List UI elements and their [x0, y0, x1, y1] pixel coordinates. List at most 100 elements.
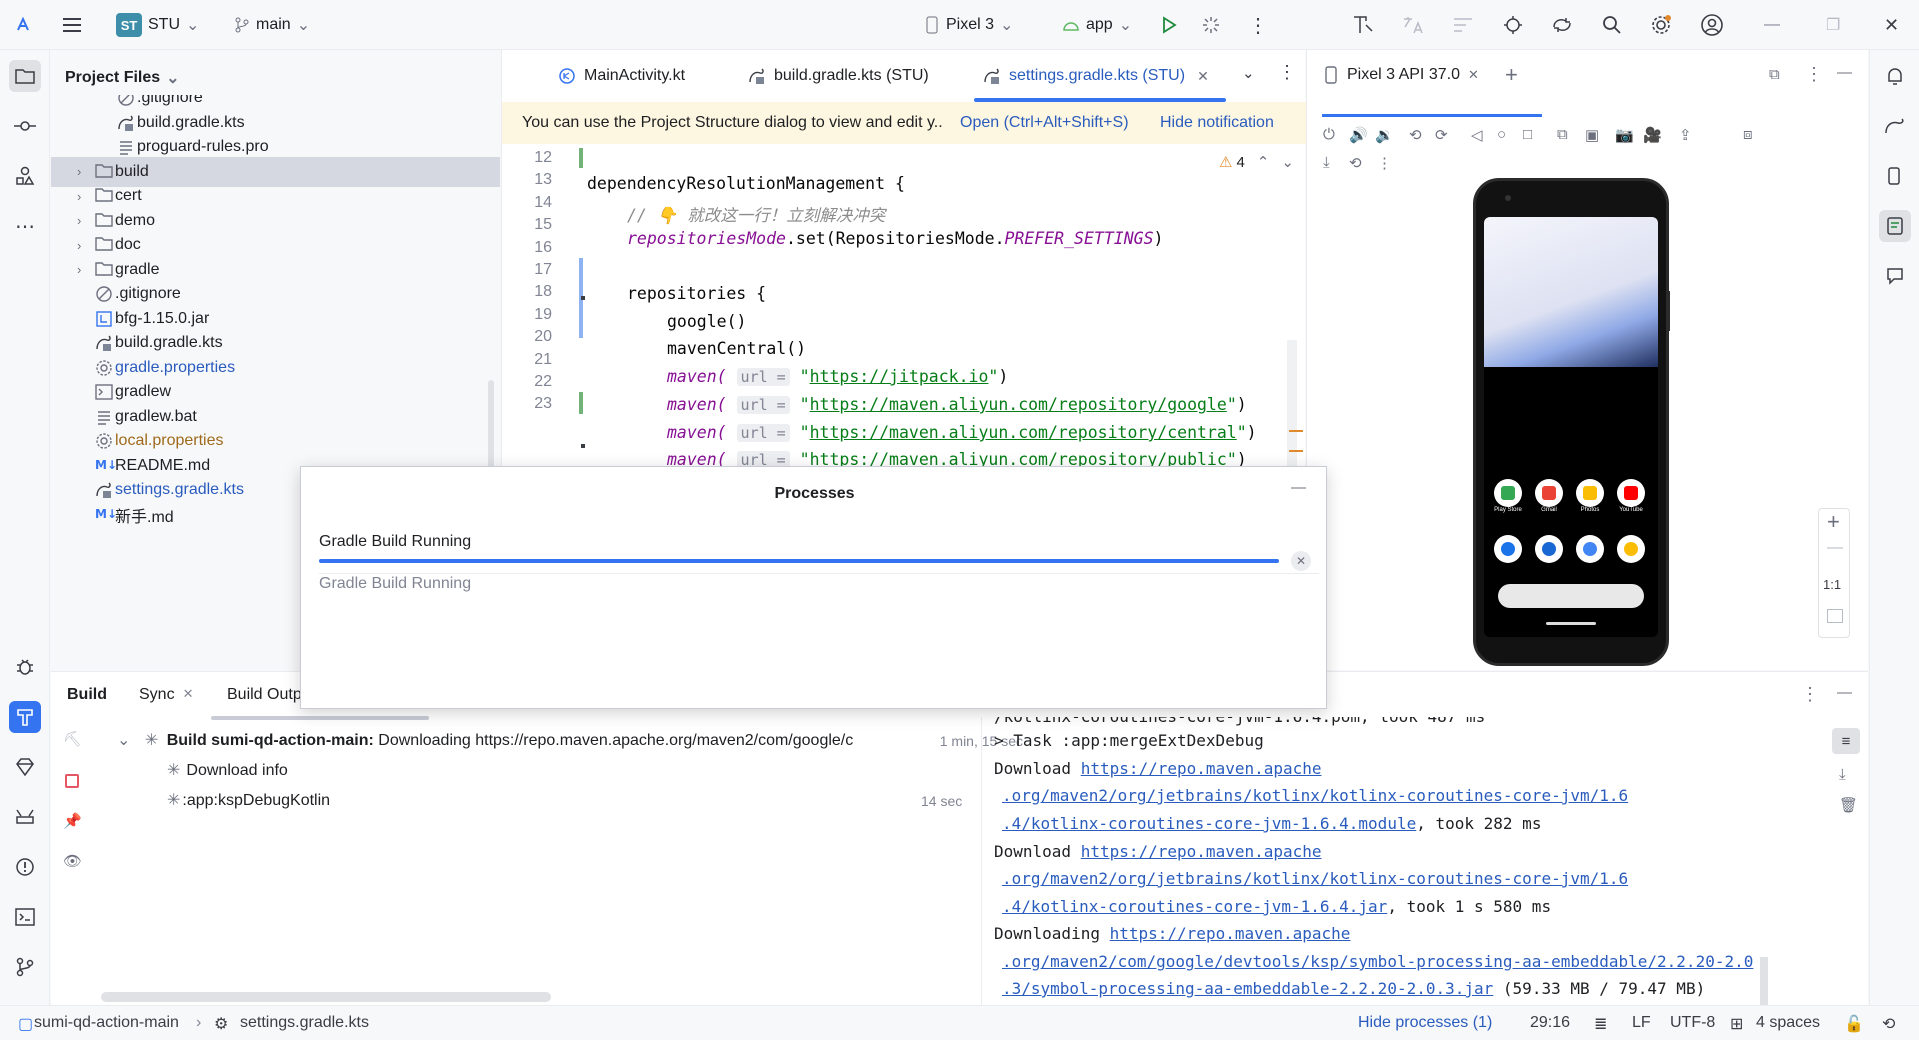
fold-icon[interactable]: ⧉	[1557, 126, 1568, 143]
download-icon[interactable]: ⤓	[1323, 154, 1330, 171]
url-link[interactable]: https://maven.aliyun.com/repository/goog…	[810, 395, 1227, 414]
version-control-icon[interactable]	[9, 951, 41, 983]
console-link[interactable]: .4/kotlinx-coroutines-core-jvm-1.6.4.jar	[1002, 897, 1387, 916]
apply-changes-icon[interactable]	[1202, 10, 1220, 40]
run-config-selector[interactable]: app ⌄	[1062, 10, 1132, 40]
code-line-20[interactable]: maven( url = "https://jitpack.io")	[667, 367, 1008, 386]
panel-more-icon[interactable]: ⋮	[1805, 64, 1823, 85]
build-hammer-icon[interactable]: ⛏	[63, 730, 82, 748]
prev-highlight-icon[interactable]: ⌃	[1257, 153, 1270, 171]
export-icon[interactable]: ⇪	[1679, 126, 1692, 144]
build-tree-scrollbar[interactable]	[101, 992, 551, 1002]
soft-wrap-status-icon[interactable]: ≣	[1594, 1014, 1607, 1034]
zoom-in-icon[interactable]: +	[1827, 509, 1840, 535]
notifications-icon[interactable]	[1879, 60, 1911, 92]
soft-wrap-icon[interactable]: ≡	[1832, 728, 1860, 754]
more-icon[interactable]: ⋮	[1377, 154, 1392, 172]
power-icon[interactable]: ⏻	[1323, 126, 1335, 143]
messages-app-icon[interactable]	[1535, 535, 1563, 563]
chevron-right-icon[interactable]: ›	[77, 164, 81, 179]
tab-settings-gradle[interactable]: settings.gradle.kts (STU) ✕	[983, 50, 1209, 102]
minimize-popup-icon[interactable]: —	[1291, 479, 1306, 496]
hide-processes-link[interactable]: Hide processes (1)	[1358, 1014, 1492, 1032]
overview-icon[interactable]: □	[1523, 126, 1532, 143]
indent-setting[interactable]: 4 spaces	[1756, 1014, 1820, 1032]
search-widget[interactable]	[1498, 584, 1644, 608]
build-tool-icon[interactable]	[9, 701, 41, 733]
chevron-right-icon[interactable]: ›	[77, 238, 81, 253]
code-line-18[interactable]: google()	[667, 312, 746, 331]
console-link[interactable]: .4/kotlinx-coroutines-core-jvm-1.6.4.mod…	[1002, 814, 1416, 833]
code-line-14[interactable]: // 👇 就改这一行！立刻解决冲突	[627, 202, 885, 226]
add-device-icon[interactable]: +	[1505, 62, 1518, 88]
maximize-icon[interactable]: ❐	[1826, 10, 1840, 40]
volume-up-icon[interactable]: 🔊	[1349, 126, 1368, 144]
more-actions-icon[interactable]: ⋮	[1248, 10, 1268, 40]
app-icon[interactable]: Gmail	[1535, 479, 1565, 513]
app-inspection-icon[interactable]	[9, 801, 41, 833]
url-link[interactable]: https://maven.aliyun.com/repository/cent…	[810, 423, 1237, 442]
build-console[interactable]: /kotlinx-coroutines-core-jvm-1.6.4.pom, …	[981, 717, 1825, 1006]
close-window-icon[interactable]: ✕	[1884, 10, 1899, 40]
memory-indicator-icon[interactable]: ⟲	[1882, 1014, 1895, 1034]
zoom-fit-icon[interactable]	[1827, 609, 1843, 623]
sync-gradle-icon[interactable]	[1550, 10, 1574, 40]
rotate-right-icon[interactable]: ⟳	[1435, 126, 1448, 144]
gemini-tool-icon[interactable]	[9, 751, 41, 783]
debug-tool-icon[interactable]	[9, 651, 41, 683]
tab-main-activity[interactable]: MainActivity.kt	[558, 50, 685, 102]
breadcrumb-project[interactable]: sumi-qd-action-main	[34, 1014, 179, 1032]
console-link[interactable]: .org/maven2/com/google/devtools/ksp/symb…	[1002, 952, 1753, 971]
history-icon[interactable]: ⟲	[1349, 154, 1362, 172]
scroll-to-end-icon[interactable]: ⤓	[1839, 766, 1846, 783]
terminal-tool-icon[interactable]	[9, 901, 41, 933]
code-line-21[interactable]: maven( url = "https://maven.aliyun.com/r…	[667, 395, 1247, 414]
gesture-bar[interactable]	[1546, 622, 1596, 625]
open-project-structure-link[interactable]: Open (Ctrl+Alt+Shift+S)	[960, 114, 1129, 132]
close-tab-icon[interactable]: ✕	[1468, 67, 1479, 83]
read-only-lock-icon[interactable]: 🔓	[1844, 1014, 1864, 1034]
code-line-13[interactable]: dependencyResolutionManagement {	[587, 174, 905, 193]
console-link[interactable]: https://repo.maven.apache	[1081, 842, 1322, 861]
stop-build-icon[interactable]	[65, 774, 79, 788]
home-icon[interactable]: ○	[1497, 126, 1506, 143]
app-icon[interactable]: Photos	[1576, 479, 1606, 513]
problems-tool-icon[interactable]	[9, 851, 41, 883]
cancel-process-icon[interactable]: ✕	[1291, 551, 1311, 571]
app-logo-icon[interactable]	[14, 10, 32, 40]
zoom-out-icon[interactable]: —	[1827, 539, 1843, 557]
pin-icon[interactable]: 📌	[63, 812, 82, 830]
commit-tool-icon[interactable]	[9, 110, 41, 142]
minimize-icon[interactable]: —	[1764, 10, 1780, 40]
url-link[interactable]: https://jitpack.io	[810, 367, 989, 386]
chevron-right-icon[interactable]: ›	[77, 213, 81, 228]
tab-build-gradle[interactable]: build.gradle.kts (STU)	[748, 50, 929, 102]
play-app-icon[interactable]	[1617, 535, 1645, 563]
resource-manager-icon[interactable]	[9, 160, 41, 192]
close-tab-icon[interactable]: ✕	[183, 686, 194, 704]
layout-inspector-icon[interactable]	[1452, 10, 1474, 40]
code-line-19[interactable]: mavenCentral()	[667, 339, 806, 358]
rotate-left-icon[interactable]: ⟲	[1409, 126, 1422, 144]
tabs-more-icon[interactable]: ⋮	[1278, 62, 1296, 83]
project-tool-icon[interactable]	[9, 60, 41, 92]
settings-gear-icon[interactable]	[1650, 10, 1672, 40]
tab-build-output[interactable]: Build Outp	[227, 686, 302, 704]
file-encoding[interactable]: UTF-8	[1670, 1014, 1715, 1032]
tab-sync[interactable]: Sync ✕	[139, 686, 193, 704]
phone-screen[interactable]: Play Store Gmail Photos YouTube	[1484, 217, 1658, 637]
build-tree-root[interactable]: ⌄ ✳ Build sumi-qd-action-main: Downloadi…	[117, 730, 853, 750]
run-icon[interactable]	[1160, 10, 1178, 40]
close-tab-icon[interactable]: ✕	[1197, 68, 1209, 85]
device-selector[interactable]: Pixel 3 ⌄	[924, 10, 1013, 40]
back-icon[interactable]: ◁	[1471, 126, 1483, 144]
device-manager-icon[interactable]	[1352, 10, 1374, 40]
running-devices-icon[interactable]	[1879, 210, 1911, 242]
inspection-widget[interactable]: ⚠ 4 ⌃ ⌄	[1219, 153, 1294, 172]
eye-icon[interactable]: 👁	[63, 852, 82, 870]
main-menu-icon[interactable]	[62, 10, 82, 40]
console-link[interactable]: .org/maven2/org/jetbrains/kotlinx/kotlin…	[1002, 786, 1628, 805]
chevron-right-icon[interactable]: ›	[77, 189, 81, 204]
device-manager-side-icon[interactable]	[1879, 160, 1911, 192]
cursor-position[interactable]: 29:16	[1530, 1014, 1570, 1032]
